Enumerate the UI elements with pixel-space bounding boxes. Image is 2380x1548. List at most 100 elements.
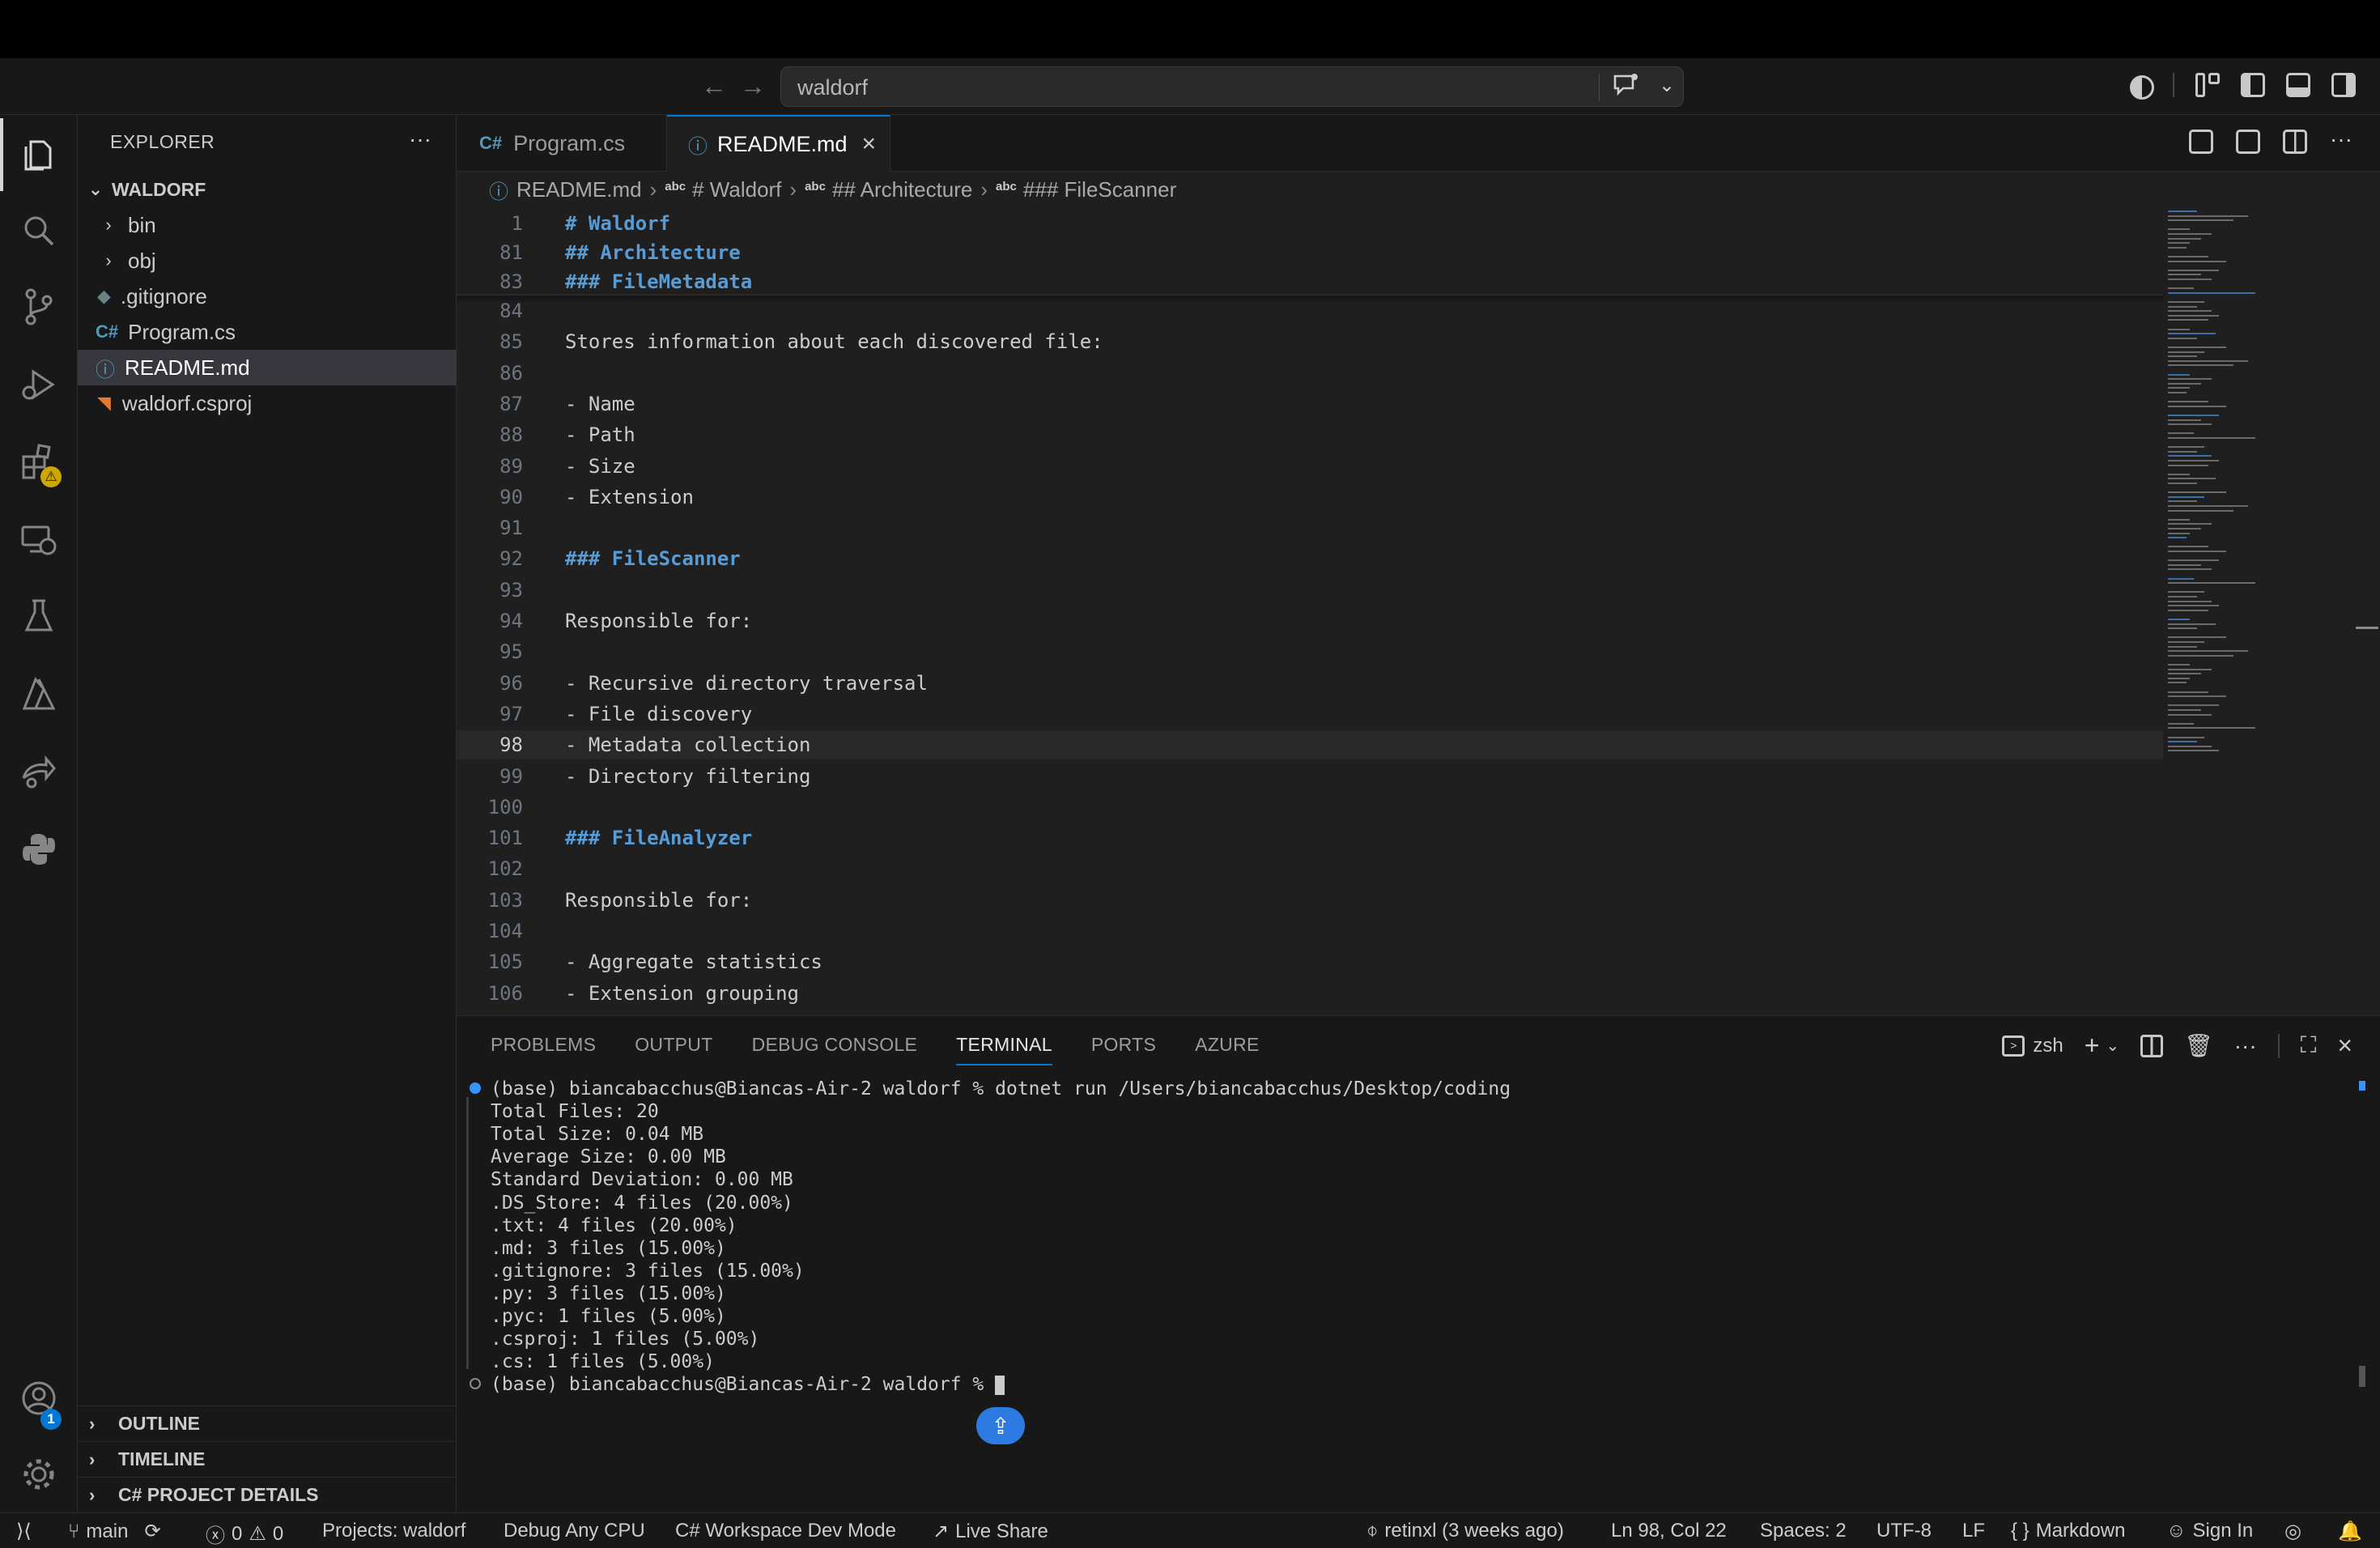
csharp-project-details-section[interactable]: › C# PROJECT DETAILS (78, 1477, 457, 1512)
tab-terminal[interactable]: TERMINAL (956, 1034, 1052, 1065)
editor-line[interactable]: 86 (457, 359, 2163, 388)
open-preview-icon[interactable] (2189, 130, 2214, 154)
editor-line[interactable]: 102 (457, 854, 2163, 883)
editor-line[interactable]: 95 (457, 637, 2163, 666)
search-icon[interactable] (0, 194, 78, 267)
code-editor[interactable]: 1 # Waldorf 81 ## Architecture 83 ### FileMet… (457, 207, 2380, 1015)
close-panel-icon[interactable]: × (2337, 1031, 2352, 1061)
breadcrumb-heading-2[interactable]: abc ## Architecture (805, 177, 972, 202)
editor-line[interactable]: 105 - Aggregate statistics (457, 947, 2163, 976)
tab-problems[interactable]: PROBLEMS (491, 1034, 596, 1065)
editor-line[interactable]: 101 ### FileAnalyzer (457, 823, 2163, 853)
workspace-root[interactable]: ⌄ WALDORF (78, 172, 457, 207)
git-blame[interactable]: ⌽ retinxl (3 weeks ago) (1366, 1520, 1564, 1542)
notifications-bell-icon[interactable]: 🔔 (2338, 1520, 2362, 1543)
problems-summary[interactable]: ⓧ 0 ⚠ 0 (206, 1520, 283, 1548)
live-share-icon[interactable] (0, 735, 78, 808)
editor-line[interactable]: 84 (457, 296, 2163, 325)
editor-line[interactable]: 103 Responsible for: (457, 886, 2163, 915)
editor-line[interactable]: 106 - Extension grouping (457, 979, 2163, 1008)
python-icon[interactable] (0, 813, 78, 886)
close-icon[interactable]: × (862, 130, 877, 158)
tab-program-cs[interactable]: C# Program.cs (457, 115, 667, 172)
chevron-down-icon[interactable]: ⌄ (1659, 74, 1675, 97)
editor-line[interactable]: 81 ## Architecture (457, 238, 2163, 267)
tab-debug-console[interactable]: DEBUG CONSOLE (752, 1034, 918, 1065)
toggle-primary-sidebar-icon[interactable] (2241, 73, 2265, 97)
language-mode[interactable]: { } Markdown (2011, 1520, 2125, 1542)
terminal-output[interactable]: (base) biancabacchus@Biancas-Air-2 waldo… (457, 1078, 2380, 1499)
command-center[interactable]: waldorf ⌄ (780, 66, 1684, 107)
cursor-position[interactable]: Ln 98, Col 22 (1611, 1520, 1727, 1542)
tree-item-gitignore[interactable]: ◆ .gitignore (78, 279, 457, 314)
toggle-panel-icon[interactable] (2286, 73, 2310, 97)
tab-ports[interactable]: PORTS (1091, 1034, 1156, 1065)
tree-item-obj[interactable]: › obj (78, 243, 457, 279)
more-actions-icon[interactable]: ··· (2330, 128, 2352, 154)
outline-section[interactable]: › OUTLINE (78, 1406, 457, 1441)
editor-line[interactable]: 104 (457, 916, 2163, 946)
editor-line[interactable]: 97 - File discovery (457, 700, 2163, 729)
toggle-secondary-sidebar-icon[interactable] (2331, 73, 2356, 97)
explorer-icon[interactable] (0, 118, 78, 191)
editor-line[interactable]: 98 - Metadata collection (457, 730, 2163, 760)
breadcrumb-heading-3[interactable]: abc ### FileScanner (996, 177, 1176, 202)
extensions-icon[interactable]: ⚠ (0, 426, 78, 499)
editor-line[interactable]: 92 ### FileScanner (457, 544, 2163, 573)
encoding[interactable]: UTF-8 (1876, 1520, 1932, 1542)
tree-item-bin[interactable]: › bin (78, 207, 457, 243)
projects-indicator[interactable]: Projects: waldorf (322, 1520, 465, 1542)
git-branch[interactable]: ⑂ main ⟳ (68, 1520, 161, 1543)
azure-icon[interactable] (0, 657, 78, 730)
tab-azure[interactable]: AZURE (1195, 1034, 1259, 1065)
editor-line[interactable]: 94 Responsible for: (457, 606, 2163, 636)
tree-item-csproj[interactable]: ◥ waldorf.csproj (78, 385, 457, 421)
editor-line[interactable]: 85 Stores information about each discover… (457, 327, 2163, 356)
split-terminal-icon[interactable] (2140, 1034, 2164, 1057)
editor-line[interactable]: 89 - Size (457, 452, 2163, 481)
editor-line[interactable]: 87 - Name (457, 389, 2163, 419)
editor-line[interactable]: 91 (457, 513, 2163, 542)
terminal-shell-selector[interactable]: > zsh (2002, 1035, 2063, 1057)
sign-in-button[interactable]: ☺ Sign In (2166, 1520, 2253, 1542)
breadcrumb-file[interactable]: ⓘ README.md (489, 176, 642, 204)
sync-icon[interactable]: ⟳ (144, 1520, 160, 1543)
back-arrow-icon[interactable]: ← (701, 71, 727, 101)
workspace-mode[interactable]: C# Workspace Dev Mode (675, 1520, 896, 1542)
new-terminal-plus-icon[interactable]: + (2085, 1031, 2100, 1061)
trash-icon[interactable]: 🗑 (2184, 1032, 2213, 1059)
minimap[interactable] (2163, 207, 2380, 1015)
customize-layout-icon[interactable] (2195, 73, 2220, 97)
line-endings[interactable]: LF (1962, 1520, 1985, 1542)
tree-item-readme[interactable]: ⓘ README.md (78, 350, 457, 385)
maximize-panel-icon[interactable]: ⛶ (2301, 1032, 2317, 1059)
command-success-decoration[interactable] (470, 1082, 481, 1094)
accounts-icon[interactable]: 1 (0, 1362, 78, 1435)
forward-arrow-icon[interactable]: → (740, 71, 766, 101)
settings-gear-icon[interactable] (0, 1438, 78, 1511)
live-share-button[interactable]: ↗ Live Share (933, 1520, 1048, 1543)
editor-line[interactable]: 93 (457, 576, 2163, 605)
editor-line[interactable]: 83 ### FileMetadata (457, 267, 2163, 296)
editor-line[interactable]: 99 - Directory filtering (457, 762, 2163, 791)
run-debug-icon[interactable] (0, 348, 78, 421)
split-editor-icon[interactable] (2283, 130, 2308, 154)
editor-line[interactable]: 90 - Extension (457, 483, 2163, 512)
editor-line[interactable]: 1 # Waldorf (457, 209, 2163, 238)
editor-line[interactable]: 100 (457, 793, 2163, 822)
tree-item-program-cs[interactable]: C# Program.cs (78, 314, 457, 350)
debug-config[interactable]: Debug Any CPU (504, 1520, 645, 1542)
tab-readme-md[interactable]: ⓘ README.md × (667, 115, 890, 172)
accounts-theme-icon[interactable] (2127, 73, 2154, 100)
terminal-scrollbar-thumb[interactable] (2359, 1366, 2365, 1387)
testing-icon[interactable] (0, 580, 78, 653)
editor-line[interactable]: 96 - Recursive directory traversal (457, 669, 2163, 698)
more-actions-icon[interactable]: ··· (409, 126, 431, 152)
copilot-chat-icon[interactable] (1612, 72, 1639, 103)
remote-explorer-icon[interactable] (0, 504, 78, 576)
chevron-down-icon[interactable]: ⌄ (2106, 1036, 2119, 1056)
timeline-section[interactable]: › TIMELINE (78, 1441, 457, 1477)
editor-line[interactable]: 107 - Percentage calculations (457, 1010, 2163, 1015)
remote-indicator-icon[interactable]: ⟩⟨ (16, 1520, 32, 1543)
open-changes-icon[interactable] (2236, 130, 2261, 154)
